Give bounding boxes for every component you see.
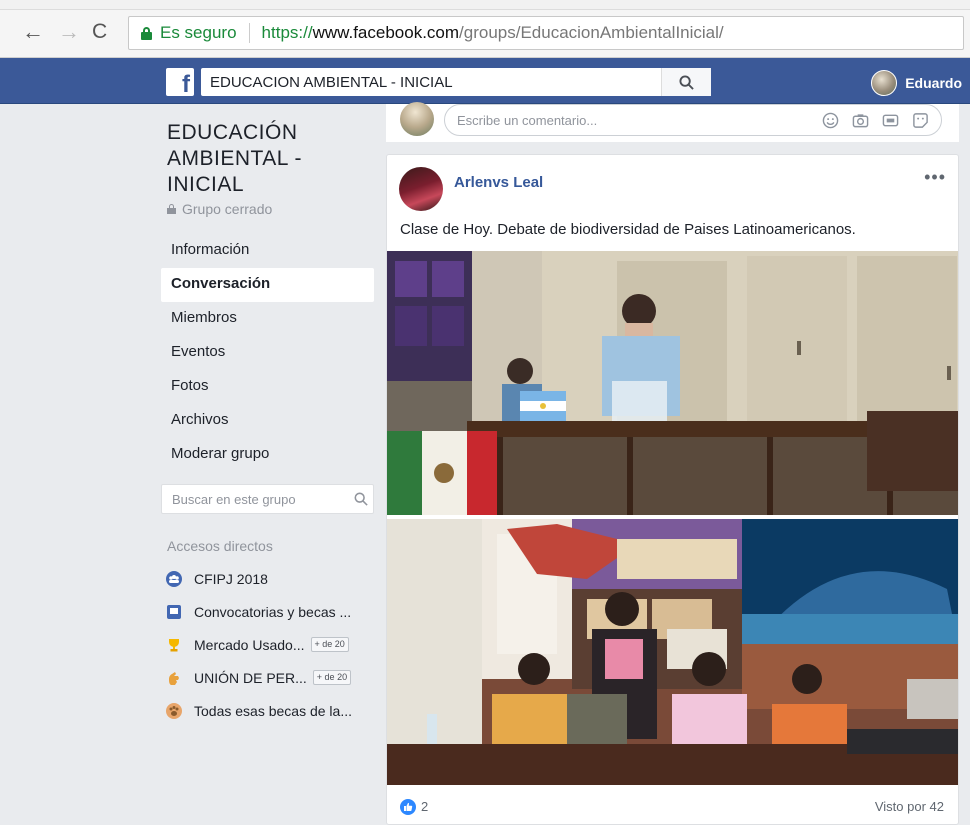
back-arrow-icon[interactable]: ←	[22, 20, 44, 44]
user-name: Eduardo	[905, 75, 962, 91]
group-privacy-label: Grupo cerrado	[182, 201, 273, 217]
post-author[interactable]: Arlenvs Leal	[454, 174, 543, 191]
facebook-logo-icon[interactable]: f	[166, 68, 194, 96]
browser-tabstrip	[0, 0, 970, 10]
group-icon	[166, 570, 182, 587]
url-path: /groups/EducacionAmbientalInicial/	[459, 23, 724, 42]
comment-field[interactable]	[444, 104, 942, 136]
comment-input[interactable]	[457, 112, 821, 128]
page-icon	[166, 604, 182, 620]
shortcut-label: CFIPJ 2018	[194, 570, 268, 587]
profile-link[interactable]: Eduardo	[871, 70, 962, 96]
search-input[interactable]: EDUCACION AMBIENTAL - INICIAL	[201, 74, 661, 91]
search-icon[interactable]	[348, 492, 373, 506]
nav-item-moderar-grupo[interactable]: Moderar grupo	[161, 438, 374, 472]
shortcut-label: Convocatorias y becas ...	[194, 603, 352, 620]
shortcut-badge: + de 20	[310, 637, 349, 652]
lock-icon	[167, 204, 176, 214]
secure-label: Es seguro	[160, 23, 237, 42]
avatar	[400, 102, 434, 136]
shortcut-list: CFIPJ 2018 Convocatorias y becas ... Mer…	[166, 562, 376, 727]
seen-by-count[interactable]: Visto por 42	[875, 799, 944, 814]
sticker-icon[interactable]	[911, 111, 929, 129]
shortcut-label: UNIÓN DE PER...	[194, 669, 307, 686]
group-privacy: Grupo cerrado	[167, 201, 272, 217]
emoji-icon[interactable]	[821, 111, 839, 129]
avatar[interactable]	[399, 167, 443, 211]
post-photo[interactable]	[387, 251, 958, 515]
post-photo[interactable]	[387, 519, 958, 785]
nav-item-archivos[interactable]: Archivos	[161, 404, 374, 438]
like-icon[interactable]	[400, 799, 416, 815]
more-options-icon[interactable]: •••	[924, 167, 946, 188]
nav-item-miembros[interactable]: Miembros	[161, 302, 374, 336]
camera-icon[interactable]	[851, 111, 869, 129]
shortcut-item[interactable]: Todas esas becas de la...	[166, 694, 376, 727]
search-button[interactable]	[661, 68, 711, 96]
trophy-icon	[166, 637, 182, 653]
lock-icon	[141, 27, 152, 40]
reload-icon[interactable]: C	[92, 20, 107, 44]
search-icon	[679, 74, 694, 90]
hand-icon	[166, 670, 182, 686]
nav-item-eventos[interactable]: Eventos	[161, 336, 374, 370]
nav-item-conversacion[interactable]: Conversación	[161, 268, 374, 302]
nav-item-informacion[interactable]: Información	[161, 234, 374, 268]
facebook-topbar: f EDUCACION AMBIENTAL - INICIAL Eduardo	[0, 58, 970, 104]
paw-icon	[166, 702, 182, 719]
comment-composer	[386, 102, 959, 142]
gif-icon[interactable]	[881, 111, 899, 129]
group-search[interactable]	[161, 484, 374, 514]
group-title[interactable]: EDUCACIÓN AMBIENTAL - INICIAL	[167, 120, 357, 198]
shortcut-item[interactable]: Mercado Usado... + de 20	[166, 628, 376, 661]
post-footer: 2 Visto por 42	[387, 791, 958, 821]
forward-arrow-icon[interactable]: →	[58, 20, 80, 44]
reaction-count[interactable]: 2	[421, 799, 428, 814]
shortcut-label: Mercado Usado...	[194, 636, 305, 653]
feed-post: Arlenvs Leal ••• Clase de Hoy. Debate de…	[386, 154, 959, 825]
shortcuts-heading: Accesos directos	[167, 538, 273, 554]
shortcut-badge: + de 20	[312, 670, 352, 685]
shortcut-item[interactable]: UNIÓN DE PER... + de 20	[166, 661, 376, 694]
group-nav: Información Conversación Miembros Evento…	[161, 234, 374, 472]
facebook-search[interactable]: EDUCACION AMBIENTAL - INICIAL	[201, 68, 711, 96]
avatar	[871, 70, 898, 96]
group-search-input[interactable]	[162, 491, 348, 507]
comment-tools	[821, 111, 929, 129]
shortcut-item[interactable]: CFIPJ 2018	[166, 562, 376, 595]
post-text: Clase de Hoy. Debate de biodiversidad de…	[400, 221, 856, 238]
url-host: www.facebook.com	[312, 23, 460, 42]
shortcut-label: Todas esas becas de la...	[194, 702, 352, 719]
nav-item-fotos[interactable]: Fotos	[161, 370, 374, 404]
url-separator	[248, 23, 250, 43]
url-scheme: https://	[261, 23, 313, 42]
shortcut-item[interactable]: Convocatorias y becas ...	[166, 595, 376, 628]
address-bar[interactable]: Es seguro https://www.facebook.com/group…	[128, 16, 964, 50]
